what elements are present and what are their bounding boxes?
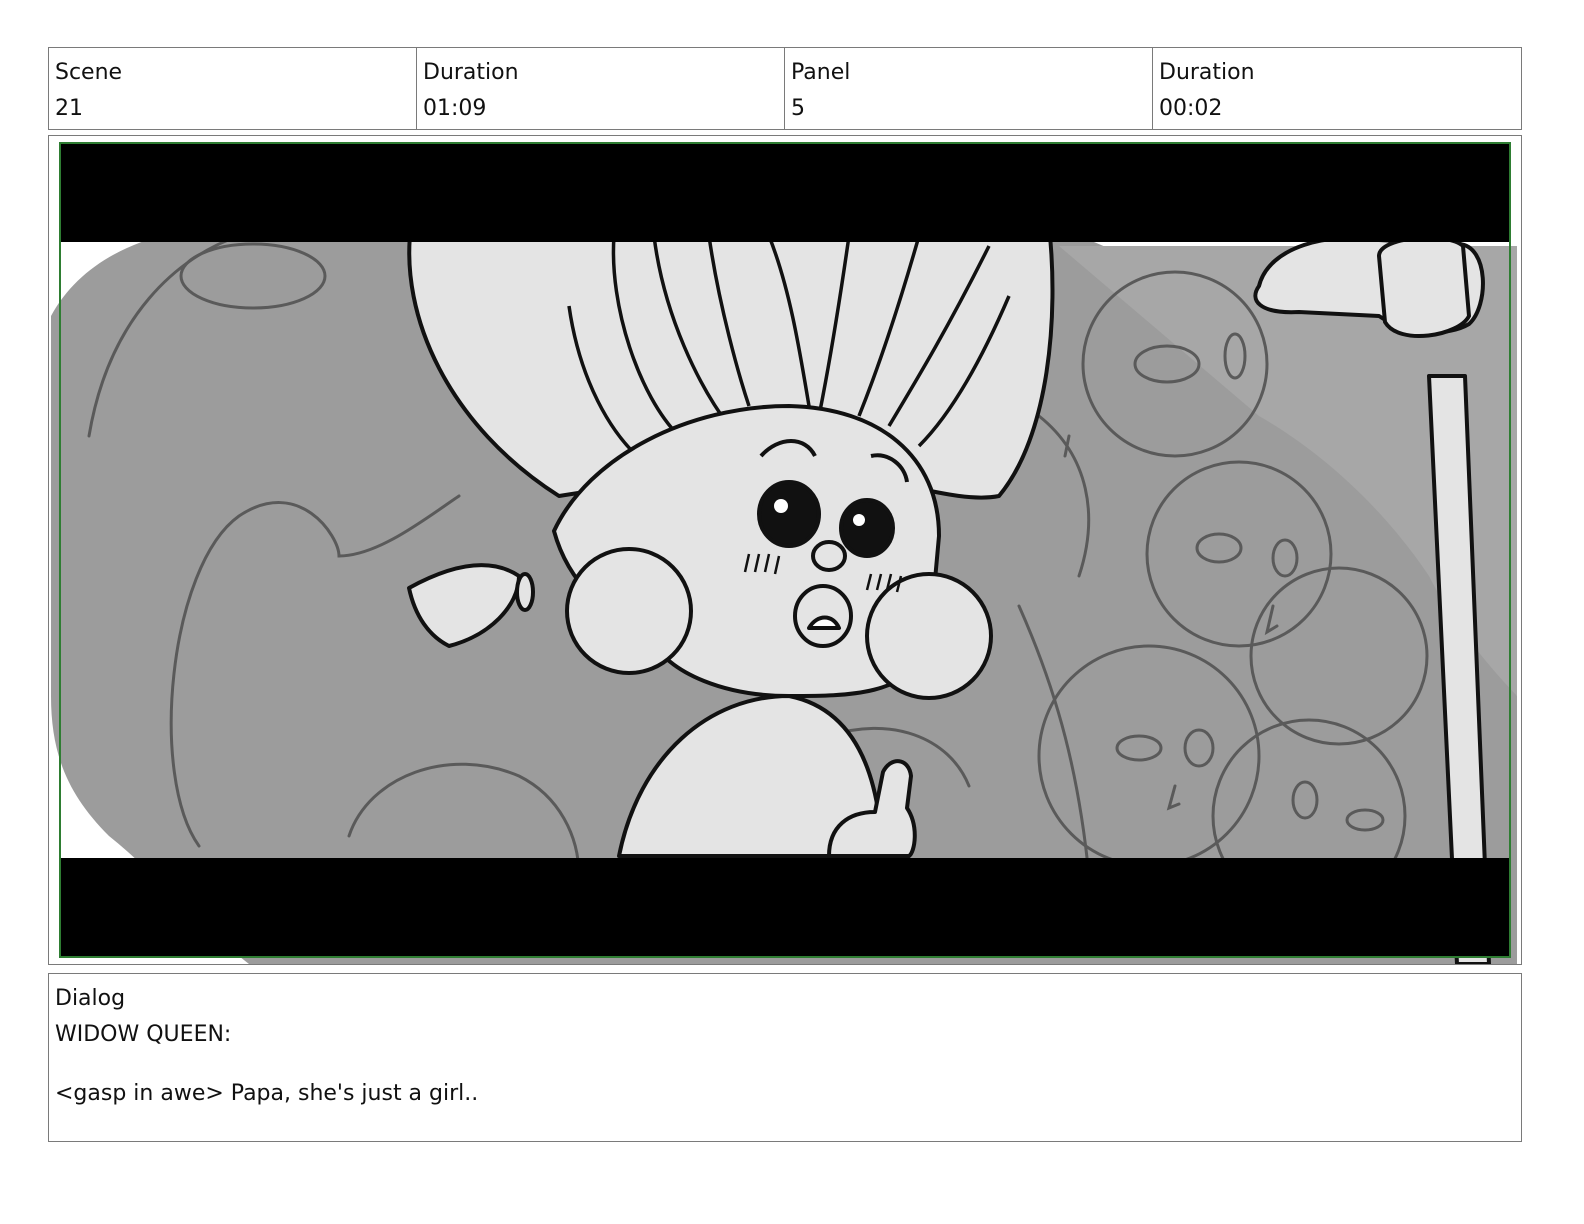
panel-label: Panel [791, 60, 851, 85]
panel-info-header: Scene 21 Duration 01:09 Panel 5 Duration… [48, 47, 1522, 130]
storyboard-sketch-image [49, 136, 1521, 964]
dialog-section: Dialog WIDOW QUEEN: <gasp in awe> Papa, … [48, 973, 1522, 1142]
letterbox-top [59, 142, 1511, 242]
scene-duration-label: Duration [423, 60, 519, 85]
scene-cell: Scene 21 [49, 48, 417, 129]
panel-duration-cell: Duration 00:02 [1153, 48, 1521, 129]
storyboard-panel [48, 135, 1522, 965]
panel-number: 5 [791, 96, 805, 121]
panel-cell: Panel 5 [785, 48, 1153, 129]
letterbox-bottom [59, 858, 1511, 958]
panel-duration-value: 00:02 [1159, 96, 1223, 121]
dialog-label: Dialog [55, 986, 126, 1011]
scene-number: 21 [55, 96, 83, 121]
panel-duration-label: Duration [1159, 60, 1255, 85]
scene-duration-cell: Duration 01:09 [417, 48, 785, 129]
scene-duration-value: 01:09 [423, 96, 487, 121]
dialog-speaker: WIDOW QUEEN: [55, 1022, 232, 1047]
dialog-line: <gasp in awe> Papa, she's just a girl.. [55, 1081, 479, 1106]
scene-label: Scene [55, 60, 123, 85]
